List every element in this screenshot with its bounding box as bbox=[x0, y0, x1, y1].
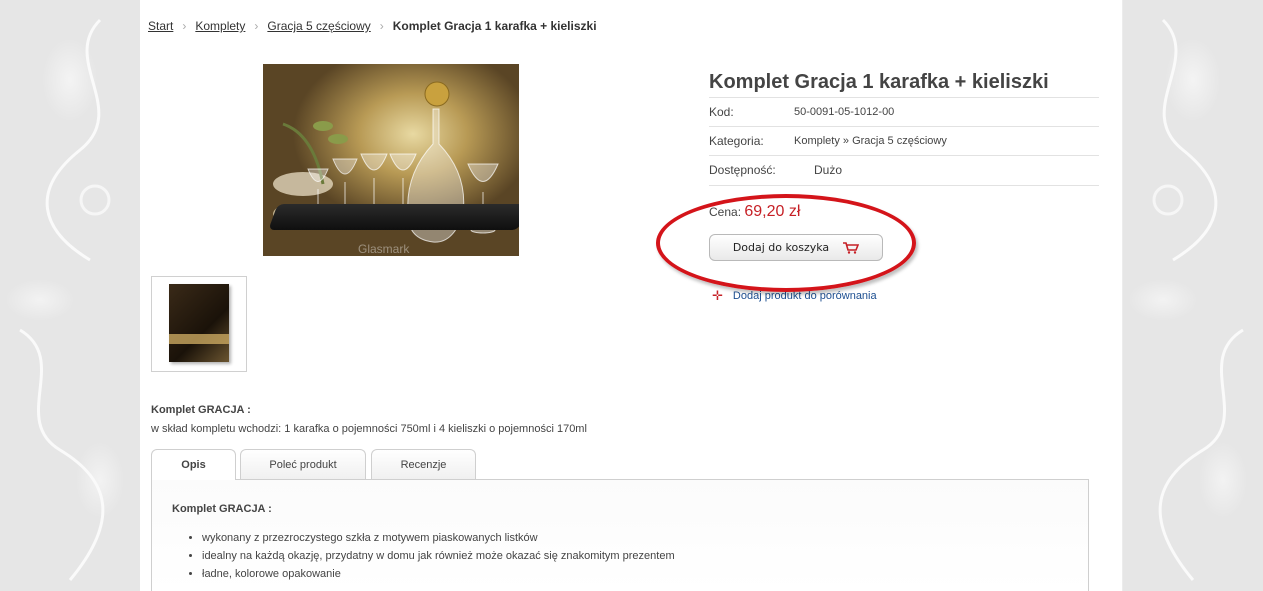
background-ornament-right bbox=[1123, 0, 1263, 591]
gift-box-image bbox=[169, 284, 229, 362]
breadcrumb: Start › Komplety › Gracja 5 częściowy › … bbox=[148, 19, 597, 33]
product-main-image[interactable]: Glasmark bbox=[263, 64, 519, 256]
divider bbox=[709, 185, 1099, 186]
chevron-right-icon: › bbox=[379, 19, 384, 33]
compare-label: Dodaj produkt do porównania bbox=[732, 290, 877, 302]
tab-recenzje[interactable]: Recenzje bbox=[371, 449, 476, 479]
cart-icon bbox=[843, 241, 860, 254]
add-to-compare-link[interactable]: ✛ Dodaj produkt do porównania bbox=[712, 288, 877, 304]
list-item: wykonany z przezroczystego szkła z motyw… bbox=[202, 529, 675, 547]
detail-row-code: Kod: 50-0091-05-1012-00 bbox=[709, 97, 1099, 126]
detail-label: Dostępność: bbox=[709, 163, 776, 177]
add-to-cart-label: Dodaj do koszyka bbox=[732, 241, 830, 254]
description-text: w skład kompletu wchodzi: 1 karafka o po… bbox=[151, 423, 587, 435]
detail-value: 50-0091-05-1012-00 bbox=[794, 106, 895, 118]
breadcrumb-link-start[interactable]: Start bbox=[148, 19, 173, 33]
product-thumbnail[interactable] bbox=[151, 276, 247, 372]
product-title: Komplet Gracja 1 karafka + kieliszki bbox=[709, 71, 1049, 93]
breadcrumb-link-komplety[interactable]: Komplety bbox=[195, 19, 245, 33]
price-label: Cena: bbox=[709, 205, 742, 219]
breadcrumb-link-gracja[interactable]: Gracja 5 częściowy bbox=[267, 19, 370, 33]
feature-list: wykonany z przezroczystego szkła z motyw… bbox=[172, 529, 675, 583]
price: Cena: 69,20 zł bbox=[709, 203, 800, 221]
category-link[interactable]: Komplety » Gracja 5 częściowy bbox=[794, 135, 947, 147]
chevron-right-icon: › bbox=[254, 19, 259, 33]
background-ornament-left bbox=[0, 0, 140, 591]
tray bbox=[268, 204, 519, 230]
page-content: Start › Komplety › Gracja 5 częściowy › … bbox=[140, 0, 1122, 591]
description-heading: Komplet GRACJA : bbox=[151, 404, 251, 416]
chevron-right-icon: › bbox=[182, 19, 187, 33]
detail-label: Kategoria: bbox=[709, 134, 764, 148]
list-item: ładne, kolorowe opakowanie bbox=[202, 565, 675, 583]
price-value: 69,20 zł bbox=[744, 203, 801, 220]
tab-polec-produkt[interactable]: Poleć produkt bbox=[240, 449, 366, 479]
detail-value: Dużo bbox=[814, 163, 843, 177]
add-to-cart-button[interactable]: Dodaj do koszyka bbox=[709, 234, 883, 261]
list-item: idealny na każdą okazję, przydatny w dom… bbox=[202, 547, 675, 565]
breadcrumb-current: Komplet Gracja 1 karafka + kieliszki bbox=[392, 19, 597, 33]
tab-panel-opis: Komplet GRACJA : wykonany z przezroczyst… bbox=[151, 479, 1089, 591]
panel-heading: Komplet GRACJA : bbox=[172, 503, 272, 515]
plus-icon: ✛ bbox=[712, 288, 723, 303]
tab-opis[interactable]: Opis bbox=[151, 449, 236, 480]
detail-row-category: Kategoria: Komplety » Gracja 5 częściowy bbox=[709, 126, 1099, 155]
image-watermark: Glasmark bbox=[358, 242, 410, 256]
detail-label: Kod: bbox=[709, 105, 734, 119]
detail-row-availability: Dostępność: Dużo bbox=[709, 155, 1099, 184]
